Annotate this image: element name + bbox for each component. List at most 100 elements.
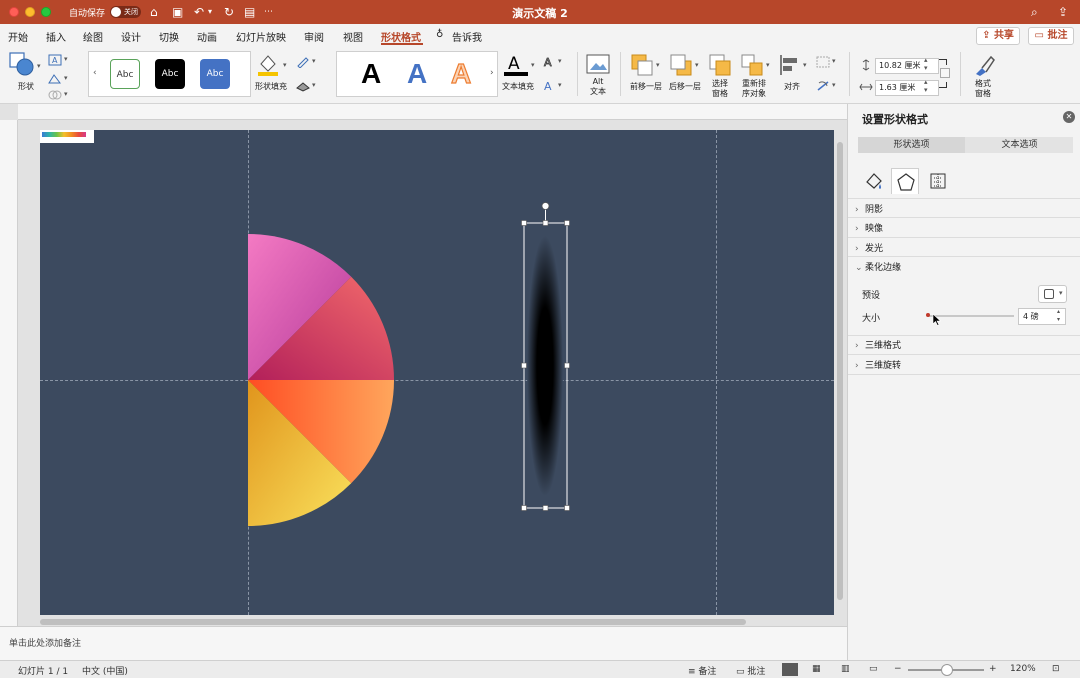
share-icon[interactable]: ⇪ — [1058, 4, 1068, 20]
group-icon[interactable] — [816, 56, 830, 68]
section-shadow[interactable]: › 阴影 — [855, 202, 883, 215]
text-effects-dropdown-icon[interactable]: ▾ — [558, 81, 562, 89]
merge-shapes-icon[interactable] — [48, 89, 62, 101]
height-stepper[interactable]: ▴ ▾ — [924, 56, 928, 72]
language-indicator[interactable]: 中文 (中国) — [82, 664, 128, 677]
rotate-dropdown-icon[interactable]: ▾ — [832, 81, 836, 89]
vertical-guide[interactable] — [716, 130, 717, 615]
text-outline-dropdown-icon[interactable]: ▾ — [558, 57, 562, 65]
section-glow[interactable]: › 发光 — [855, 241, 883, 254]
slide-sorter-icon[interactable]: ▦ — [812, 664, 821, 674]
slider-thumb[interactable] — [926, 313, 930, 317]
shape-outline-dropdown-icon[interactable]: ▾ — [312, 57, 316, 65]
rotate-handle[interactable] — [541, 202, 550, 210]
reading-view-icon[interactable]: ▥ — [841, 664, 850, 674]
edit-shape-dropdown-icon[interactable]: ▾ — [64, 74, 68, 82]
shape-fill-dropdown-icon[interactable]: ▾ — [283, 61, 287, 69]
section-reflection[interactable]: › 映像 — [855, 221, 883, 234]
close-pane-icon[interactable]: ✕ — [1063, 111, 1075, 123]
zoom-out-icon[interactable]: − — [894, 664, 902, 674]
text-outline-icon[interactable]: A — [542, 56, 556, 68]
align-icon[interactable] — [778, 53, 802, 77]
selection-pane-icon[interactable] — [708, 53, 732, 77]
half-pie-shape[interactable] — [248, 234, 394, 526]
gallery-next-icon[interactable]: › — [490, 68, 494, 78]
tab-shape-format[interactable]: 形状格式 — [381, 29, 421, 44]
vertical-scrollbar[interactable] — [837, 142, 843, 600]
tab-tell-me[interactable]: 告诉我 — [452, 29, 482, 44]
send-backward-icon[interactable] — [669, 53, 693, 77]
format-pane-icon[interactable] — [972, 54, 996, 78]
shape-outline-icon[interactable] — [296, 56, 310, 68]
section-soft-edges[interactable]: ⌄ 柔化边缘 — [855, 260, 901, 273]
selected-soft-edge-shape[interactable] — [520, 200, 570, 520]
text-box-icon[interactable]: A — [48, 54, 62, 66]
lock-aspect-ratio-checkbox[interactable] — [940, 68, 950, 78]
horizontal-scrollbar[interactable] — [40, 619, 746, 625]
tab-transitions[interactable]: 切换 — [159, 29, 179, 44]
tab-insert[interactable]: 插入 — [46, 29, 66, 44]
search-icon[interactable]: ⌕ — [1031, 4, 1038, 20]
shapes-icon[interactable] — [9, 52, 35, 76]
effects-tab[interactable] — [891, 168, 919, 194]
zoom-level[interactable]: 120% — [1010, 664, 1036, 674]
merge-dropdown-icon[interactable]: ▾ — [64, 90, 68, 98]
horizontal-ruler[interactable] — [18, 104, 847, 120]
shape-style-black[interactable]: Abc — [155, 59, 185, 89]
tab-review[interactable]: 审阅 — [304, 29, 324, 44]
tab-draw[interactable]: 绘图 — [83, 29, 103, 44]
reorder-dropdown-icon[interactable]: ▾ — [766, 61, 770, 69]
wordart-style-orange[interactable]: A — [450, 58, 471, 89]
bring-forward-dropdown-icon[interactable]: ▾ — [656, 61, 660, 69]
shape-style-blue[interactable]: Abc — [200, 59, 230, 89]
comments-button[interactable]: ▭ 批注 — [1028, 27, 1074, 45]
comments-toggle[interactable]: ▭ 批注 — [736, 664, 765, 677]
alt-text-icon[interactable] — [586, 54, 610, 76]
align-dropdown-icon[interactable]: ▾ — [803, 61, 807, 69]
section-3d-rotation[interactable]: › 三维旋转 — [855, 358, 901, 371]
tab-text-options[interactable]: 文本选项 — [966, 137, 1073, 153]
zoom-slider-thumb[interactable] — [941, 664, 953, 676]
text-fill-dropdown-icon[interactable]: ▾ — [531, 61, 535, 69]
width-stepper[interactable]: ▴ ▾ — [924, 78, 928, 94]
notes-area[interactable]: 单击此处添加备注 — [0, 626, 847, 660]
send-backward-dropdown-icon[interactable]: ▾ — [695, 61, 699, 69]
normal-view-icon[interactable] — [782, 663, 798, 676]
wordart-style-black[interactable]: A — [361, 59, 381, 89]
horizontal-guide[interactable] — [40, 380, 834, 381]
shape-fill-icon[interactable] — [256, 52, 280, 76]
tab-view[interactable]: 视图 — [343, 29, 363, 44]
gallery-prev-icon[interactable]: ‹ — [93, 68, 97, 78]
zoom-in-icon[interactable]: + — [989, 664, 997, 674]
share-button[interactable]: ⇪ 共享 — [976, 27, 1020, 45]
size-stepper[interactable]: ▴ ▾ — [1057, 308, 1060, 324]
slide-canvas[interactable] — [40, 130, 834, 615]
bring-forward-icon[interactable] — [630, 53, 654, 77]
shape-width-input[interactable]: 1.63 厘米 — [875, 80, 939, 96]
tab-animations[interactable]: 动画 — [197, 29, 217, 44]
presenter-view-icon[interactable]: ▭ — [869, 664, 878, 674]
text-box-dropdown-icon[interactable]: ▾ — [64, 55, 68, 63]
vertical-ruler[interactable] — [0, 120, 18, 626]
text-effects-icon[interactable]: A — [542, 80, 556, 92]
shapes-dropdown-icon[interactable]: ▾ — [37, 62, 41, 70]
section-3d-format[interactable]: › 三维格式 — [855, 338, 901, 351]
tab-design[interactable]: 设计 — [121, 29, 141, 44]
reorder-objects-icon[interactable] — [740, 53, 764, 77]
palette-thumbnail[interactable] — [40, 130, 94, 143]
shape-height-input[interactable]: 10.82 厘米 — [875, 58, 939, 74]
rotate-icon[interactable] — [816, 80, 830, 92]
group-dropdown-icon[interactable]: ▾ — [832, 57, 836, 65]
text-fill-icon[interactable]: A — [503, 52, 529, 78]
edit-shape-icon[interactable] — [48, 73, 62, 85]
notes-toggle[interactable]: ≡ 备注 — [688, 664, 716, 677]
shape-style-outline[interactable]: Abc — [110, 59, 140, 89]
tab-home[interactable]: 开始 — [8, 29, 28, 44]
soft-edges-preset-dropdown[interactable]: ▾ — [1038, 285, 1067, 303]
wordart-style-blue[interactable]: A — [407, 59, 427, 89]
tab-shape-options[interactable]: 形状选项 — [858, 137, 965, 153]
shape-effects-icon[interactable] — [296, 80, 310, 92]
size-properties-tab[interactable] — [924, 168, 952, 194]
fit-to-window-icon[interactable]: ⊡ — [1052, 664, 1060, 674]
shape-effects-dropdown-icon[interactable]: ▾ — [312, 81, 316, 89]
